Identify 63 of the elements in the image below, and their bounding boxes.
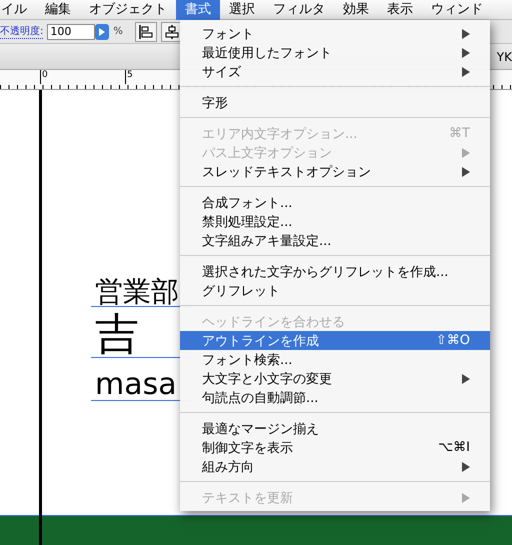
menu-item[interactable]: サイズ <box>180 62 490 81</box>
menu-item-label: フォント検索... <box>202 352 294 368</box>
menu-bar-item[interactable]: オブジェクト <box>80 0 176 20</box>
menu-item[interactable]: アウトラインを作成 ⇧⌘O <box>180 331 490 350</box>
opacity-label[interactable]: 不透明度: <box>0 24 44 39</box>
menu-item-label: 字形 <box>202 94 229 112</box>
menu-item[interactable]: スレッドテキストオプション <box>180 162 490 181</box>
align-center-button[interactable] <box>160 22 183 42</box>
menu-item-label: 合成フォント... <box>202 194 294 212</box>
shortcut-label: ⌘T <box>449 126 470 141</box>
menu-item-label: 句読点の自動調節... <box>202 390 320 406</box>
menu-item[interactable]: 大文字と小文字の変更 <box>180 369 490 388</box>
align-left-button[interactable] <box>134 22 157 42</box>
canvas-text: masa <box>95 370 177 400</box>
menu-item-label: 制御文字を表示 <box>202 440 294 456</box>
menu-item[interactable]: 制御文字を表示 ⌥⌘I <box>180 438 490 457</box>
menu-bar-item[interactable]: イル <box>0 0 36 20</box>
menu-item-label: フォント <box>202 26 255 42</box>
menu-item[interactable]: 禁則処理設定... <box>180 212 490 231</box>
menu-bar-item[interactable]: 効果 <box>334 0 378 20</box>
menu-item-label: 組み方向 <box>202 458 255 476</box>
opacity-field[interactable]: 100 <box>47 24 96 40</box>
menu-bar-item[interactable]: 選択 <box>220 0 264 20</box>
menu-item-label: パス上文字オプション <box>202 144 333 162</box>
menu-item-label: エリア内文字オプション... <box>202 126 358 142</box>
menu-item[interactable]: 選択された文字からグリフレットを作成... <box>180 262 490 281</box>
triangle-icon <box>98 28 106 36</box>
menu-bar-item[interactable]: 編集 <box>36 0 80 20</box>
menu-item-label: 文字組みアキ量設定... <box>202 232 332 250</box>
menu-bar-item[interactable]: フィルタ <box>264 0 334 20</box>
ruler-label: 0 <box>40 70 48 84</box>
menu-item[interactable]: フォント検索... <box>180 350 490 369</box>
shortcut-label: ⇧⌘O <box>436 333 470 348</box>
menu-item-label: グリフレット <box>202 282 281 300</box>
menu-item[interactable]: 句読点の自動調節... <box>180 388 490 407</box>
menu-item-label: テキストを更新 <box>202 490 294 506</box>
menu-item[interactable]: 合成フォント... <box>180 193 490 212</box>
menu-item[interactable]: 文字組みアキ量設定... <box>180 231 490 250</box>
menu-bar-item[interactable]: 書式 <box>176 0 220 20</box>
menu-item[interactable]: 組み方向 <box>180 457 490 476</box>
menu-item-label: アウトラインを作成 <box>202 332 320 350</box>
menu-bar-item[interactable]: 表示 <box>378 0 422 20</box>
percent-label: % <box>113 26 123 37</box>
ruler-label: 5 <box>125 70 133 84</box>
menu-item-label: 最適なマージン揃え <box>202 420 320 438</box>
canvas-text: 営業部 <box>95 278 179 306</box>
menu-item-label: 選択された文字からグリフレットを作成... <box>202 264 450 280</box>
menu-item-label: サイズ <box>202 64 242 80</box>
opacity-dropdown-button[interactable] <box>95 24 110 40</box>
menu-item[interactable]: 最近使用したフォント <box>180 43 490 62</box>
menu-item[interactable]: グリフレット <box>180 281 490 300</box>
menu-item[interactable]: 字形 <box>180 93 490 112</box>
menu-bar-item[interactable]: ウィンド <box>422 0 492 20</box>
menu-item-label: ヘッドラインを合わせる <box>202 314 346 330</box>
canvas-text: 吉 <box>95 313 139 357</box>
menu-item[interactable]: フォント <box>180 24 490 43</box>
shortcut-label: ⌥⌘I <box>438 440 470 455</box>
menu-item-label: 大文字と小文字の変更 <box>202 370 333 388</box>
menu-item[interactable]: 最適なマージン揃え <box>180 419 490 438</box>
document-title: YK <box>496 50 512 64</box>
menu-item-label: スレッドテキストオプション <box>202 164 372 180</box>
menu-item-label: 最近使用したフォント <box>202 44 333 62</box>
menu-item-label: 禁則処理設定... <box>202 214 294 230</box>
